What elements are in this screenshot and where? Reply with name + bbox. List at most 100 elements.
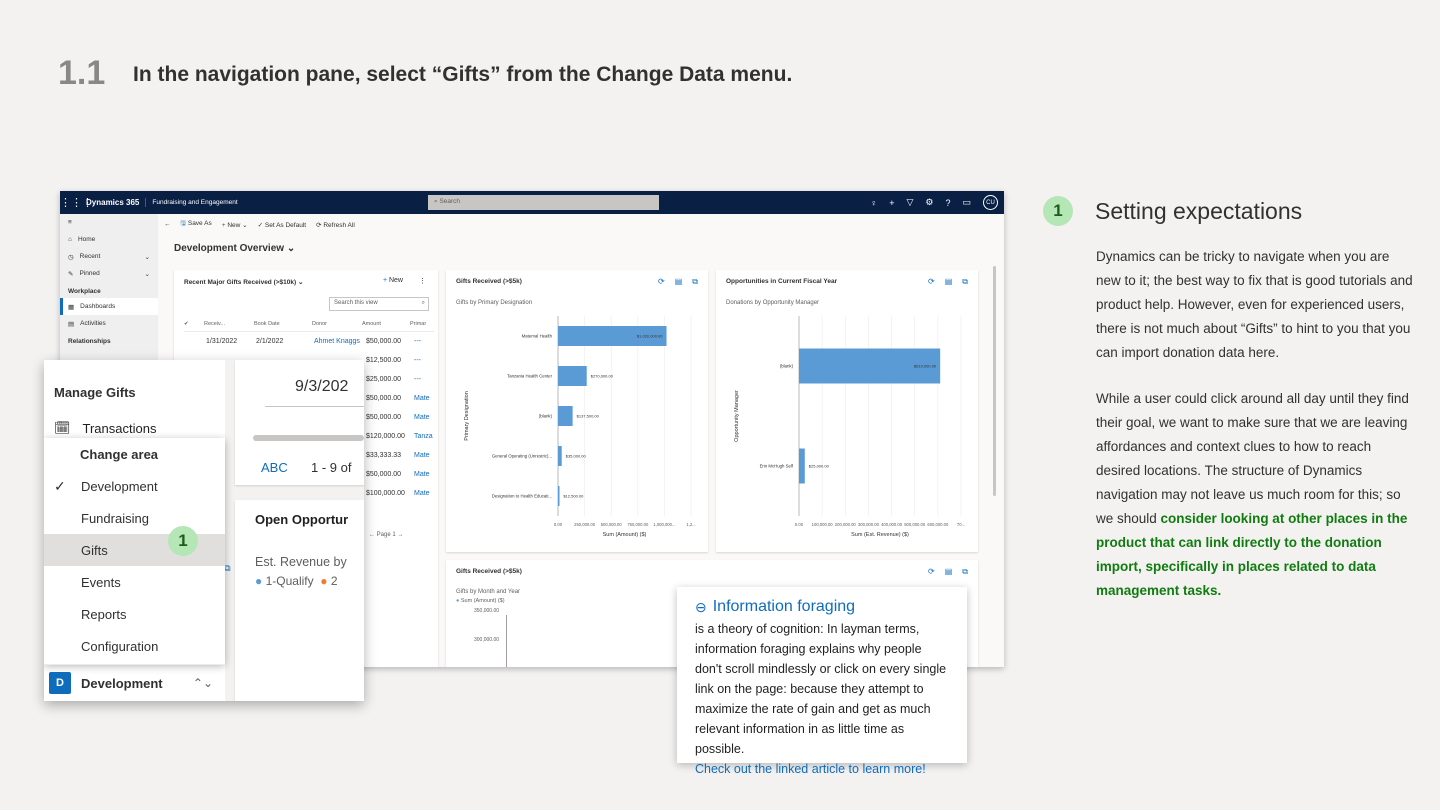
select-all-icon[interactable]: ✔ [184, 321, 204, 327]
help-icon[interactable]: ? [945, 198, 950, 208]
col-received[interactable]: Receiv... [204, 321, 254, 327]
pager[interactable]: ← Page 1 → [369, 532, 403, 538]
nav-dashboards[interactable]: ▦ Dashboards [60, 298, 158, 315]
cell-primary[interactable]: Mate [414, 471, 438, 478]
x-tick-label: 1,000,000... [653, 522, 675, 527]
category-label: (blank) [539, 414, 553, 419]
col-book-date[interactable]: Book Date [254, 321, 312, 327]
expand-icon[interactable]: ⧉ [224, 563, 230, 574]
refresh-all-button[interactable]: ⟳ Refresh All [316, 221, 355, 229]
cell-primary[interactable]: Mate [414, 490, 438, 497]
lightbulb-icon[interactable]: ♀ [870, 198, 877, 208]
col-donor[interactable]: Donor [312, 321, 362, 327]
x-tick-label: 100,000.00 [812, 522, 834, 527]
col-amount[interactable]: Amount [362, 321, 410, 327]
cell-primary[interactable]: Mate [414, 395, 438, 402]
bar [558, 446, 562, 466]
refresh-icon[interactable]: ⟳ [928, 567, 935, 577]
transactions-item[interactable]: 🗓 Transactions [54, 420, 156, 436]
scrollbar[interactable] [993, 266, 996, 496]
bar [558, 406, 573, 426]
global-search-input[interactable]: ⌕ Search [428, 195, 659, 210]
cell-amount: $50,000.00 [366, 394, 402, 402]
popup-count: 1 - 9 of [311, 460, 352, 475]
expand-collapse-icon: ⌃⌄ [192, 676, 213, 690]
x-tick-label: 70... [957, 522, 965, 527]
filter-icon[interactable]: ▽ [906, 197, 913, 208]
checkmark-icon: ✓ [54, 477, 66, 494]
expand-icon[interactable]: ⧉ [962, 567, 968, 577]
app-name: Fundraising and Engagement [152, 199, 238, 206]
cell-donor[interactable]: Ahmet Knaggs [314, 338, 366, 345]
list-search-input[interactable]: Search this view ⌕ [329, 297, 429, 311]
area-fundraising[interactable]: Fundraising [44, 502, 225, 534]
set-default-button[interactable]: ✓ Set As Default [258, 221, 306, 229]
nav-section-workplace: Workplace [68, 288, 101, 295]
cell-amount: $33,333.33 [366, 451, 402, 459]
transactions-icon: 🗓 [54, 420, 71, 435]
x-axis-title: Sum (Est. Revenue) ($) [851, 532, 909, 538]
cell-primary[interactable]: --- [414, 376, 438, 383]
save-as-button[interactable]: 🖫 Save As [181, 219, 212, 230]
info-foraging-tooltip: ⊖ Information foraging is a theory of cog… [677, 587, 967, 776]
nav-recent[interactable]: ◷ Recent ⌄ [60, 248, 158, 265]
side-title: Setting expectations [1095, 198, 1303, 224]
save-icon: 🖫 [180, 220, 187, 227]
area-label: Configuration [81, 638, 159, 654]
waffle-icon[interactable]: ⋮⋮⋮ [60, 196, 93, 209]
list-new-button[interactable]: + New [383, 277, 403, 284]
area-label: Development [81, 478, 158, 494]
area-initial-badge: D [49, 672, 71, 694]
cell-amount: $50,000.00 [366, 413, 402, 421]
plus-icon: + [382, 277, 388, 284]
progress-track [253, 435, 364, 441]
nav-activities[interactable]: ▤ Activities [60, 315, 158, 332]
x-tick-label: 300,000.00 [858, 522, 880, 527]
data-label: $35,000.00 [566, 454, 587, 459]
change-area-header: Change area [80, 446, 159, 462]
popup-card-bottom: Open Opportur Est. Revenue by ● 1-Qualif… [235, 500, 364, 701]
cell-primary[interactable]: --- [414, 338, 438, 345]
current-area-label: Development [81, 675, 163, 691]
more-icon[interactable]: ⋮ [419, 277, 426, 285]
area-reports[interactable]: Reports [44, 598, 225, 630]
cell-amount: $12,500.00 [366, 356, 402, 364]
cell-amount: $100,000.00 [366, 489, 405, 497]
chat-icon[interactable]: ▭ [962, 197, 971, 208]
category-label: Designation to Health Educati... [492, 494, 552, 499]
table-row[interactable]: 1/31/2022 2/1/2022 Ahmet Knaggs $50,000.00 -… [184, 333, 438, 349]
area-development[interactable]: ✓ Development [44, 470, 225, 502]
save-icon[interactable]: ▤ [945, 567, 953, 577]
side-body: Dynamics can be tricky to navigate when … [1096, 245, 1416, 625]
category-label: Maternal Health [522, 334, 553, 339]
plus-icon[interactable]: + [889, 198, 894, 208]
x-tick-label: 250,000.00 [574, 522, 596, 527]
col-primary[interactable]: Primar [410, 321, 430, 327]
area-configuration[interactable]: Configuration [44, 630, 225, 662]
hamburger-icon[interactable]: ≡ [60, 214, 158, 231]
gear-icon[interactable]: ⚙ [925, 197, 933, 208]
nav-pinned[interactable]: ✎ Pinned ⌄ [60, 265, 158, 282]
cell-amount: $120,000.00 [366, 432, 405, 440]
cell-primary[interactable]: Mate [414, 452, 438, 459]
avatar[interactable]: CU [983, 195, 998, 210]
popup-abc-link[interactable]: ABC [261, 460, 288, 475]
area-switcher[interactable]: D Development ⌃⌄ [44, 664, 225, 701]
gifts-list-title[interactable]: Recent Major Gifts Received (>$10k) ⌄ [184, 278, 303, 286]
back-icon[interactable]: ← [164, 221, 171, 228]
opp-chart-card: Opportunities in Current Fiscal Year ⟳ ▤ ⧉… [716, 270, 978, 552]
tip-link[interactable]: Check out the linked article to learn mo… [695, 759, 949, 779]
cell-primary[interactable]: Tanza [414, 433, 438, 440]
cell-primary[interactable]: --- [414, 357, 438, 364]
cell-primary[interactable]: Mate [414, 414, 438, 421]
category-label: (blank) [780, 364, 794, 369]
brand-label[interactable]: Dynamics 365 [82, 198, 147, 207]
tip-title-label: Information foraging [712, 598, 856, 615]
chevron-down-icon: ⌄ [144, 253, 150, 261]
nav-home[interactable]: ⌂ Home [60, 231, 158, 248]
new-button[interactable]: + New ⌄ [222, 221, 248, 229]
dashboard-title[interactable]: Development Overview ⌄ [174, 243, 295, 254]
legend-qualify: 1-Qualify [265, 574, 314, 588]
area-events[interactable]: Events [44, 566, 225, 598]
pin-icon: ✎ [68, 270, 74, 278]
